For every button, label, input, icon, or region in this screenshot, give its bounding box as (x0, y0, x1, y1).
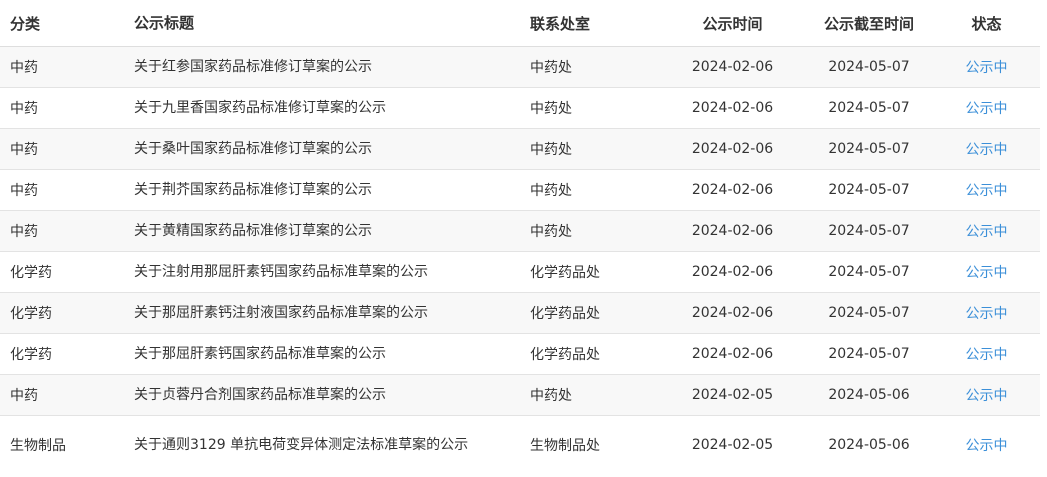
header-office: 联系处室 (530, 14, 591, 33)
row-publish-date: 2024-02-06 (691, 264, 774, 280)
row-status-link[interactable]: 公示中 (933, 180, 1040, 200)
row-title-link[interactable]: 关于黄精国家药品标准修订草案的公示 (134, 221, 530, 241)
header-category: 分类 (10, 14, 41, 33)
row-status-link[interactable]: 公示中 (933, 221, 1040, 241)
row-category: 化学药 (10, 265, 52, 281)
row-status-link[interactable]: 公示中 (933, 262, 1040, 282)
row-office: 生物制品处 (530, 438, 600, 454)
row-category: 中药 (10, 101, 38, 117)
row-office: 中药处 (530, 224, 572, 240)
table-row: 化学药 关于注射用那屈肝素钙国家药品标准草案的公示 化学药品处 2024-02-… (0, 252, 1040, 293)
row-publish-date: 2024-02-06 (691, 100, 774, 116)
row-end-date: 2024-05-07 (828, 100, 910, 116)
row-status-link[interactable]: 公示中 (933, 139, 1040, 159)
row-title-link[interactable]: 关于桑叶国家药品标准修订草案的公示 (134, 139, 530, 159)
row-office: 中药处 (530, 183, 572, 199)
row-category: 中药 (10, 183, 38, 199)
table-row: 中药 关于桑叶国家药品标准修订草案的公示 中药处 2024-02-06 2024… (0, 129, 1040, 170)
row-publish-date: 2024-02-06 (691, 346, 774, 362)
table-row: 中药 关于贞蓉丹合剂国家药品标准草案的公示 中药处 2024-02-05 202… (0, 375, 1040, 416)
row-office: 化学药品处 (530, 347, 600, 363)
header-publish-date: 公示时间 (702, 14, 763, 33)
table-row: 生物制品 关于通则3129 单抗电荷变异体测定法标准草案的公示 生物制品处 20… (0, 416, 1040, 474)
row-category: 化学药 (10, 306, 52, 322)
row-category: 中药 (10, 60, 38, 76)
row-status-link[interactable]: 公示中 (933, 385, 1040, 405)
row-status-link[interactable]: 公示中 (933, 57, 1040, 77)
table-row: 化学药 关于那屈肝素钙国家药品标准草案的公示 化学药品处 2024-02-06 … (0, 334, 1040, 375)
table-row: 中药 关于黄精国家药品标准修订草案的公示 中药处 2024-02-06 2024… (0, 211, 1040, 252)
row-publish-date: 2024-02-06 (691, 305, 774, 321)
table-row: 中药 关于九里香国家药品标准修订草案的公示 中药处 2024-02-06 202… (0, 88, 1040, 129)
announcement-table: 分类 公示标题 联系处室 公示时间 公示截至时间 状态 中药 关于红参国家药品标… (0, 0, 1040, 474)
table-row: 化学药 关于那屈肝素钙注射液国家药品标准草案的公示 化学药品处 2024-02-… (0, 293, 1040, 334)
row-publish-date: 2024-02-06 (691, 141, 774, 157)
row-office: 中药处 (530, 101, 572, 117)
row-end-date: 2024-05-07 (828, 305, 910, 321)
row-title-link[interactable]: 关于贞蓉丹合剂国家药品标准草案的公示 (134, 385, 530, 405)
row-category: 中药 (10, 224, 38, 240)
header-title: 公示标题 (134, 14, 195, 32)
row-office: 化学药品处 (530, 265, 600, 281)
row-end-date: 2024-05-07 (828, 264, 910, 280)
row-end-date: 2024-05-06 (828, 387, 910, 403)
row-title-link[interactable]: 关于荆芥国家药品标准修订草案的公示 (134, 180, 530, 200)
row-office: 化学药品处 (530, 306, 600, 322)
row-publish-date: 2024-02-06 (691, 59, 774, 75)
row-title-link[interactable]: 关于九里香国家药品标准修订草案的公示 (134, 98, 530, 118)
row-title-link[interactable]: 关于那屈肝素钙注射液国家药品标准草案的公示 (134, 303, 530, 323)
row-end-date: 2024-05-07 (828, 346, 910, 362)
row-publish-date: 2024-02-05 (691, 437, 774, 453)
row-status-link[interactable]: 公示中 (933, 98, 1040, 118)
row-office: 中药处 (530, 142, 572, 158)
row-category: 中药 (10, 142, 38, 158)
row-end-date: 2024-05-07 (828, 141, 910, 157)
header-status: 状态 (971, 14, 1002, 33)
row-category: 生物制品 (10, 438, 66, 454)
row-title-link[interactable]: 关于那屈肝素钙国家药品标准草案的公示 (134, 344, 530, 364)
row-category: 化学药 (10, 347, 52, 363)
table-header: 分类 公示标题 联系处室 公示时间 公示截至时间 状态 (0, 0, 1040, 47)
row-publish-date: 2024-02-05 (691, 387, 774, 403)
row-end-date: 2024-05-07 (828, 182, 910, 198)
row-category: 中药 (10, 388, 38, 404)
row-end-date: 2024-05-07 (828, 59, 910, 75)
row-title-link[interactable]: 关于注射用那屈肝素钙国家药品标准草案的公示 (134, 262, 530, 282)
row-status-link[interactable]: 公示中 (933, 435, 1040, 455)
row-title-link[interactable]: 关于通则3129 单抗电荷变异体测定法标准草案的公示 (134, 435, 530, 455)
row-office: 中药处 (530, 60, 572, 76)
header-end-date: 公示截至时间 (823, 14, 914, 33)
row-end-date: 2024-05-06 (828, 437, 910, 453)
row-end-date: 2024-05-07 (828, 223, 910, 239)
row-status-link[interactable]: 公示中 (933, 303, 1040, 323)
row-office: 中药处 (530, 388, 572, 404)
row-status-link[interactable]: 公示中 (933, 344, 1040, 364)
row-publish-date: 2024-02-06 (691, 182, 774, 198)
table-row: 中药 关于荆芥国家药品标准修订草案的公示 中药处 2024-02-06 2024… (0, 170, 1040, 211)
table-row: 中药 关于红参国家药品标准修订草案的公示 中药处 2024-02-06 2024… (0, 47, 1040, 88)
row-publish-date: 2024-02-06 (691, 223, 774, 239)
row-title-link[interactable]: 关于红参国家药品标准修订草案的公示 (134, 57, 530, 77)
